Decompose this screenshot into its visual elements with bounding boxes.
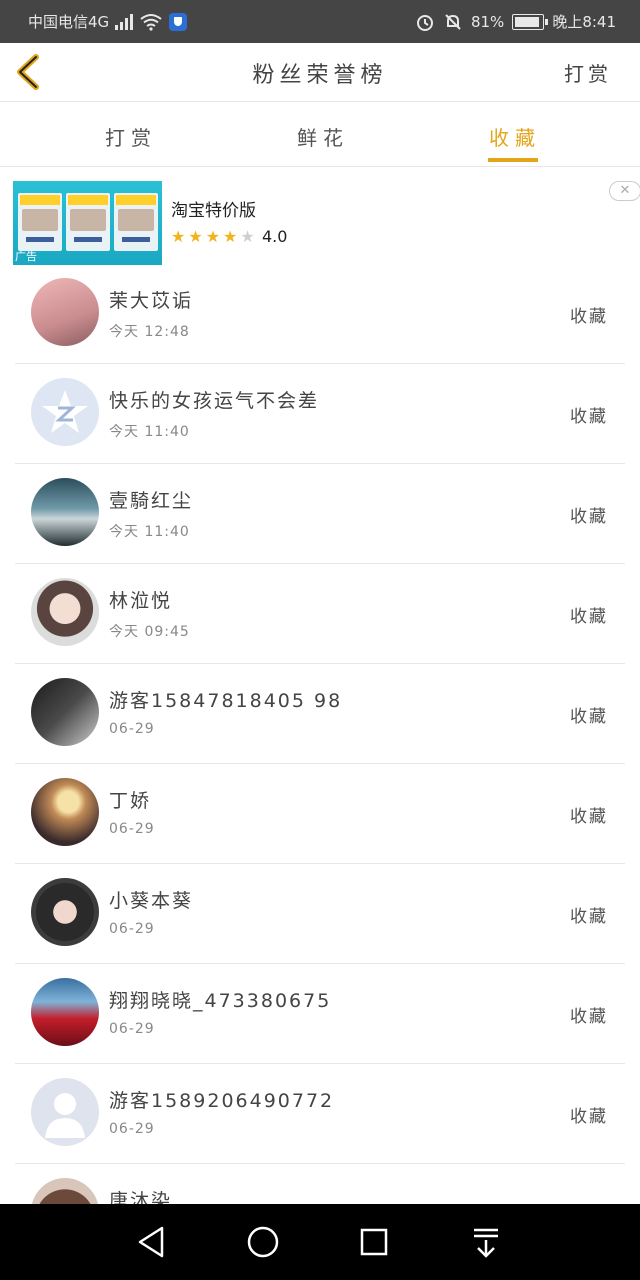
- qq-zone-logo-icon: [42, 390, 88, 433]
- timestamp: 06-29: [109, 1021, 155, 1037]
- ad-rating-value: 4.0: [262, 227, 288, 246]
- tab-flowers[interactable]: 鲜花: [297, 122, 349, 151]
- list-item[interactable]: 林涖悦 今天 09:45 收藏: [15, 564, 625, 664]
- timestamp: 今天 09:45: [109, 624, 190, 640]
- avatar[interactable]: [31, 478, 99, 546]
- action-label: 收藏: [570, 307, 608, 327]
- timestamp: 06-29: [109, 921, 155, 937]
- ad-tag: 广告: [15, 250, 37, 263]
- user-name: 游客1589206490772: [109, 1090, 335, 1112]
- list-item[interactable]: 快乐的女孩运气不会差 今天 11:40 收藏: [15, 364, 625, 464]
- timestamp: 今天 12:48: [109, 324, 190, 340]
- nav-back-button[interactable]: [132, 1222, 172, 1262]
- action-label: 收藏: [570, 807, 608, 827]
- list-item[interactable]: 丁娇 06-29 收藏: [15, 764, 625, 864]
- signal-icon: [115, 13, 134, 30]
- avatar[interactable]: [31, 278, 99, 346]
- mute-bell-icon: [445, 13, 461, 30]
- action-label: 收藏: [570, 1107, 608, 1127]
- battery-icon: [512, 13, 549, 30]
- timestamp: 今天 11:40: [109, 424, 190, 440]
- user-name: 丁娇: [109, 790, 152, 812]
- battery-percent: 81%: [470, 12, 505, 31]
- avatar[interactable]: [31, 678, 99, 746]
- star-icon: ★: [205, 227, 221, 246]
- tab-favorites[interactable]: 收藏: [489, 122, 541, 151]
- user-name: 壹騎红尘: [109, 490, 194, 512]
- star-icon: ★: [188, 227, 203, 246]
- nav-notifications-button[interactable]: [466, 1222, 506, 1262]
- pull-down-icon: [474, 1228, 498, 1258]
- circle-home-icon: [247, 1226, 279, 1258]
- timestamp: 06-29: [109, 1121, 155, 1137]
- tab-bar: 打赏 鲜花 收藏: [0, 102, 640, 167]
- list-item[interactable]: 小葵本葵 06-29 收藏: [15, 864, 625, 964]
- list-item[interactable]: 茉大苡诟 今天 12:48 收藏: [15, 264, 625, 364]
- ad-close-button[interactable]: ✕: [609, 181, 640, 201]
- star-icon: ★: [171, 227, 186, 246]
- user-name: 快乐的女孩运气不会差: [109, 390, 320, 412]
- avatar[interactable]: [31, 1078, 99, 1146]
- square-recents-icon: [360, 1228, 388, 1256]
- reward-button[interactable]: 打赏: [564, 58, 612, 87]
- list-item[interactable]: 翔翔晓晓_473380675 06-29 收藏: [15, 964, 625, 1064]
- security-shield-icon: [169, 12, 188, 31]
- list-item[interactable]: 游客1589206490772 06-29 收藏: [15, 1064, 625, 1164]
- avatar[interactable]: [31, 578, 99, 646]
- action-label: 收藏: [570, 1007, 608, 1027]
- alarm-icon: [416, 14, 433, 31]
- action-label: 收藏: [570, 407, 608, 427]
- ad-title[interactable]: 淘宝特价版: [171, 196, 256, 221]
- app-header: 粉丝荣誉榜 打赏: [0, 43, 640, 102]
- ad-banner[interactable]: 广告 淘宝特价版 ★ ★ ★ ★ ★ 4.0 ✕: [13, 181, 640, 265]
- nav-home-button[interactable]: [243, 1222, 283, 1262]
- nav-recents-button[interactable]: [354, 1222, 394, 1262]
- ad-image[interactable]: 广告: [13, 181, 162, 265]
- list-item[interactable]: 壹騎红尘 今天 11:40 收藏: [15, 464, 625, 564]
- user-name: 小葵本葵: [109, 890, 194, 912]
- star-icon: ★: [223, 227, 238, 246]
- default-avatar-icon: [45, 1093, 85, 1138]
- carrier-label: 中国电信4G: [28, 13, 110, 31]
- action-label: 收藏: [570, 507, 608, 527]
- user-name: 茉大苡诟: [109, 290, 194, 312]
- user-name: 林涖悦: [109, 590, 173, 612]
- tab-reward[interactable]: 打赏: [105, 122, 157, 151]
- avatar[interactable]: [31, 978, 99, 1046]
- status-bar: 中国电信4G 81% 晚上8:41: [0, 0, 640, 43]
- wifi-icon: [140, 13, 162, 31]
- action-label: 收藏: [570, 707, 608, 727]
- timestamp: 06-29: [109, 721, 155, 737]
- clock: 晚上8:41: [552, 13, 616, 31]
- avatar[interactable]: [31, 878, 99, 946]
- triangle-back-icon: [138, 1226, 164, 1258]
- page-title: 粉丝荣誉榜: [252, 63, 388, 88]
- fan-list: 茉大苡诟 今天 12:48 收藏 快乐的女孩运气不会差 今天 11:40 收藏 …: [0, 264, 640, 1264]
- user-name: 翔翔晓晓_473380675: [109, 990, 332, 1012]
- system-nav-bar: [0, 1204, 640, 1280]
- active-tab-indicator: [488, 158, 538, 162]
- list-item[interactable]: 游客15847818405 98 06-29 收藏: [15, 664, 625, 764]
- timestamp: 今天 11:40: [109, 524, 190, 540]
- avatar[interactable]: [31, 378, 99, 446]
- avatar[interactable]: [31, 778, 99, 846]
- star-empty-icon: ★: [240, 227, 255, 246]
- timestamp: 06-29: [109, 821, 155, 837]
- action-label: 收藏: [570, 607, 608, 627]
- ad-star-rating: ★ ★ ★ ★ ★: [171, 227, 255, 246]
- user-name: 游客15847818405 98: [109, 690, 343, 712]
- action-label: 收藏: [570, 907, 608, 927]
